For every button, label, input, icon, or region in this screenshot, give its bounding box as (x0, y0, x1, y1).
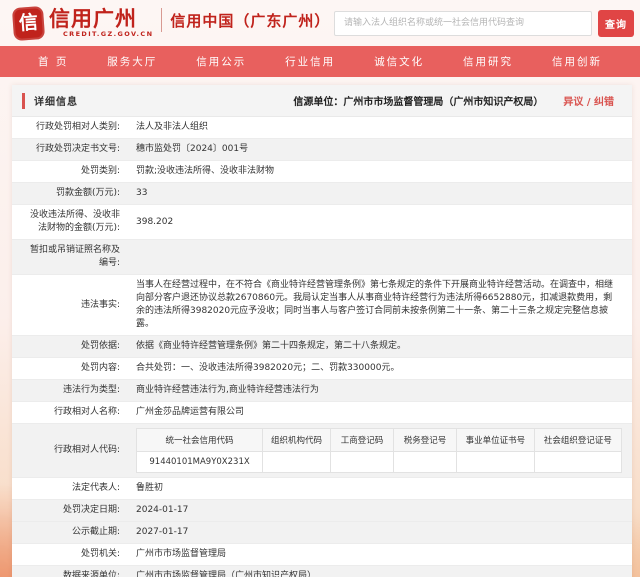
row-value: 2027-01-17 (136, 527, 189, 537)
nav-item[interactable]: 诚信文化 (374, 54, 424, 69)
row-label: 行政处罚决定书文号: (35, 144, 120, 154)
nav-item[interactable]: 信用创新 (552, 54, 602, 69)
row-label: 违法行为类型: (62, 385, 120, 395)
row-label: 处罚内容: (80, 363, 120, 373)
table-row: 行政相对人名称: 广州金莎品牌运营有限公司 (12, 401, 632, 423)
table-row: 行政处罚相对人类别: 法人及非法人组织 (12, 117, 632, 138)
table-row: 法定代表人: 鲁胜初 (12, 477, 632, 499)
nav-item[interactable]: 行业信用 (285, 54, 335, 69)
row-label: 法定代表人: (71, 483, 120, 493)
code-value-cell (393, 451, 458, 473)
row-label: 数据来源单位: (62, 571, 120, 577)
table-row: 没收违法所得、没收非法财物的金额(万元): 398.202 (12, 204, 632, 239)
code-value-cell: 91440101MA9Y0X231X (135, 451, 264, 473)
table-row: 处罚类别: 罚款;没收违法所得、没收非法财物 (12, 160, 632, 182)
row-value (126, 253, 632, 261)
row-label: 行政相对人代码: (53, 445, 120, 455)
row-value: 法人及非法人组织 (136, 122, 209, 132)
code-column-header: 税务登记号 (393, 428, 458, 452)
code-table-wrap: 统一社会信用代码 组织机构代码 工商登记码 税务登记号 事业单位证书号 社会组织登记证号 9… (126, 424, 632, 477)
brand-block: 信用广州 CREDIT.GZ.GOV.CN (49, 8, 153, 38)
code-value-cell (533, 451, 623, 473)
code-column-header: 社会组织登记证号 (533, 428, 623, 452)
title-accent-bar (22, 92, 25, 109)
code-table: 统一社会信用代码 组织机构代码 工商登记码 税务登记号 事业单位证书号 社会组织登记证号 9… (135, 428, 623, 473)
brand-divider (161, 8, 163, 32)
row-value: 鲁胜初 (136, 483, 164, 493)
dispute-correction-link[interactable]: 异议 / 纠错 (563, 93, 614, 108)
nav-item[interactable]: 信用公示 (196, 54, 246, 69)
row-label: 处罚依据: (80, 341, 120, 351)
source-unit-label: 信源单位：广州市市场监督管理局（广州市知识产权局） (293, 97, 544, 108)
row-label: 违法事实: (80, 299, 120, 310)
nav-item[interactable]: 服务大厅 (107, 54, 157, 69)
nav-item[interactable]: 信用研究 (463, 54, 513, 69)
table-row: 行政相对人代码: 统一社会信用代码 组织机构代码 工商登记码 税务登记号 事业单位证书号社… (12, 423, 632, 477)
code-value-cell (456, 451, 535, 473)
site-logo-seal-icon: 信 (11, 5, 46, 41)
page-title: 详细信息 (34, 97, 78, 108)
row-value: 当事人在经营过程中，在不符合《商业特许经营管理条例》第七条规定的条件下开展商业特… (136, 280, 614, 329)
detail-header: 详细信息 信源单位：广州市市场监督管理局（广州市知识产权局） 异议 / 纠错 (12, 85, 632, 117)
row-value: 2024-01-17 (136, 505, 189, 515)
table-row: 处罚机关: 广州市市场监督管理局 (12, 543, 632, 565)
table-row: 处罚内容: 合共处罚：一、没收违法所得3982020元；二、罚款330000元。 (12, 357, 632, 379)
search-input[interactable] (334, 10, 592, 36)
row-value: 广州金莎品牌运营有限公司 (136, 407, 245, 417)
site-header: 信 信用广州 CREDIT.GZ.GOV.CN 信用中国（广东广州） 查询 (0, 0, 640, 46)
table-row: 暂扣或吊销证照名称及编号: (12, 239, 632, 274)
row-value: 398.202 (136, 216, 174, 227)
code-column-header: 统一社会信用代码 (135, 428, 264, 452)
row-value: 商业特许经营违法行为,商业特许经营违法行为 (136, 385, 319, 395)
row-label: 没收违法所得、没收非法财物的金额(万元): (29, 210, 120, 233)
main-nav: 首 页 服务大厅 信用公示 行业信用 诚信文化 信用研究 信用创新 (0, 46, 640, 77)
row-label: 公示截止期: (71, 527, 120, 537)
table-row: 处罚决定日期: 2024-01-17 (12, 499, 632, 521)
site-name: 信用广州 (49, 7, 137, 31)
table-row: 罚款金额(万元): 33 (12, 182, 632, 204)
detail-table: 行政处罚相对人类别: 法人及非法人组织行政处罚决定书文号: 穗市监处罚〔2024〕0… (12, 117, 632, 577)
table-row: 处罚依据: 依据《商业特许经营管理条例》第二十四条规定，第二十八条规定。 (12, 335, 632, 357)
table-row: 违法事实: 当事人在经营过程中，在不符合《商业特许经营管理条例》第七条规定的条件下… (12, 274, 632, 335)
code-column-header: 组织机构代码 (262, 428, 331, 452)
site-region-title: 信用中国（广东广州） (170, 11, 331, 30)
table-row: 数据来源单位: 广州市市场监督管理局（广州市知识产权局） (12, 565, 632, 577)
row-value: 依据《商业特许经营管理条例》第二十四条规定，第二十八条规定。 (136, 341, 407, 351)
code-column-header: 事业单位证书号 (456, 428, 535, 452)
detail-card: 详细信息 信源单位：广州市市场监督管理局（广州市知识产权局） 异议 / 纠错 行… (12, 85, 632, 577)
row-label: 处罚类别: (80, 166, 120, 176)
nav-item[interactable]: 首 页 (38, 54, 68, 69)
row-value: 33 (136, 188, 148, 198)
row-label: 暂扣或吊销证照名称及编号: (29, 245, 120, 268)
site-domain: CREDIT.GZ.GOV.CN (63, 30, 154, 38)
row-value: 广州市市场监督管理局 (136, 549, 227, 559)
table-row: 行政处罚决定书文号: 穗市监处罚〔2024〕001号 (12, 138, 632, 160)
code-column-header: 工商登记码 (329, 428, 395, 452)
row-label: 罚款金额(万元): (55, 188, 120, 198)
row-value: 穗市监处罚〔2024〕001号 (136, 144, 249, 154)
row-label: 行政相对人名称: (53, 407, 120, 417)
table-row: 违法行为类型: 商业特许经营违法行为,商业特许经营违法行为 (12, 379, 632, 401)
row-value: 罚款;没收违法所得、没收非法财物 (136, 166, 275, 176)
search-area: 查询 (334, 9, 634, 37)
code-value-cell (262, 451, 331, 473)
search-button[interactable]: 查询 (598, 9, 634, 37)
row-value: 广州市市场监督管理局（广州市知识产权局） (136, 571, 317, 577)
table-row: 公示截止期: 2027-01-17 (12, 521, 632, 543)
row-label: 处罚机关: (80, 549, 120, 559)
row-label: 行政处罚相对人类别: (35, 122, 120, 132)
row-value: 合共处罚：一、没收违法所得3982020元；二、罚款330000元。 (136, 363, 400, 373)
row-label: 处罚决定日期: (62, 505, 120, 515)
code-value-cell (329, 451, 395, 473)
